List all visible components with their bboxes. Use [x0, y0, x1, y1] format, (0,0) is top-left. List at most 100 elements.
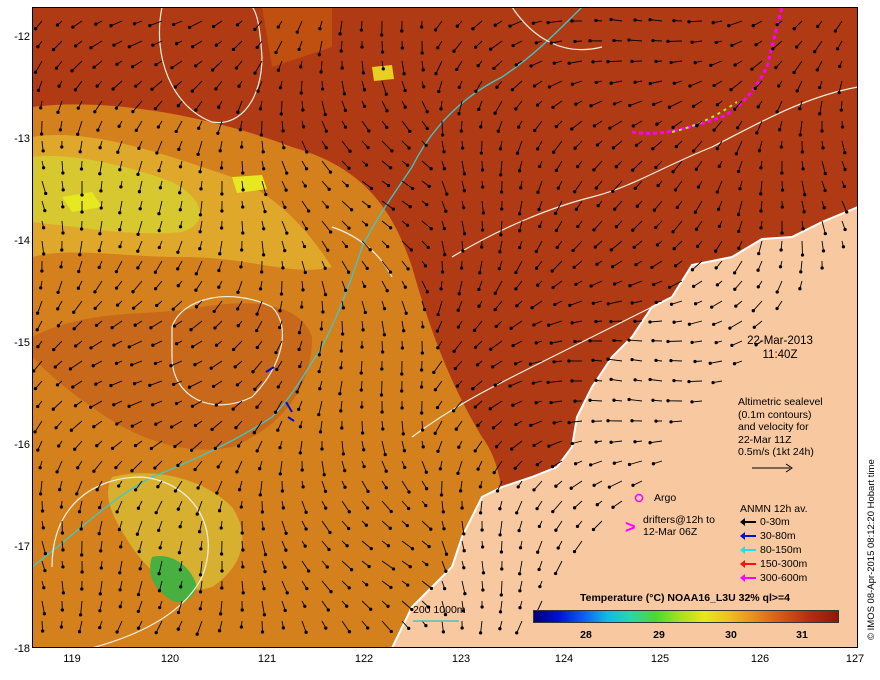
- velocity-arrow-head: [498, 533, 502, 537]
- velocity-arrow-head: [39, 286, 43, 290]
- velocity-arrow-head: [672, 378, 676, 383]
- velocity-arrow-head: [424, 143, 428, 148]
- velocity-arrow-head: [570, 379, 574, 383]
- velocity-arrow-head: [547, 85, 552, 89]
- velocity-arrow-head: [60, 145, 64, 149]
- velocity-arrow-head: [198, 573, 203, 577]
- velocity-arrow-head: [214, 403, 218, 407]
- velocity-arrow-head: [495, 85, 499, 89]
- velocity-arrow-head: [429, 527, 433, 531]
- velocity-arrow-head: [444, 569, 448, 573]
- y-tick-lat: -13: [14, 133, 30, 145]
- velocity-arrow-head: [148, 383, 152, 388]
- velocity-arrow-head: [631, 124, 635, 128]
- velocity-arrow-head: [41, 166, 46, 170]
- velocity-arrow-head: [775, 110, 779, 114]
- velocity-arrow-head: [480, 605, 484, 609]
- velocity-arrow-head: [189, 328, 193, 332]
- velocity-arrow-head: [187, 25, 192, 30]
- velocity-arrow-head: [38, 466, 42, 470]
- velocity-arrow-head: [118, 571, 122, 575]
- velocity-arrow-head: [119, 185, 123, 189]
- velocity-arrow: [610, 320, 623, 323]
- velocity-arrow-head: [258, 287, 263, 291]
- velocity-arrow-head: [549, 341, 553, 345]
- velocity-arrow-head: [360, 345, 364, 349]
- velocity-arrow-head: [55, 383, 60, 387]
- velocity-arrow-head: [95, 84, 99, 88]
- velocity-arrow-head: [40, 509, 45, 513]
- velocity-arrow-head: [837, 90, 841, 95]
- velocity-arrow-head: [196, 486, 200, 490]
- velocity-arrow-head: [386, 604, 390, 608]
- velocity-arrow-head: [756, 105, 760, 109]
- velocity-arrow-head: [89, 46, 93, 50]
- x-tick-lon: 127: [845, 653, 865, 665]
- velocity-arrow-head: [279, 292, 284, 296]
- velocity-arrow-head: [500, 207, 504, 211]
- velocity-arrow-head: [437, 89, 441, 94]
- velocity-arrow-head: [532, 443, 536, 448]
- velocity-arrow-head: [220, 192, 224, 196]
- velocity-arrow-head: [380, 33, 384, 37]
- velocity-arrow-head: [460, 626, 464, 630]
- velocity-arrow-head: [511, 403, 515, 407]
- velocity-arrow-head: [300, 305, 304, 309]
- velocity-arrow-head: [714, 340, 718, 345]
- velocity-arrow-head: [240, 531, 244, 535]
- velocity-arrow-head: [780, 205, 784, 209]
- velocity-arrow-head: [361, 71, 366, 75]
- velocity-arrow-head: [534, 266, 539, 270]
- velocity-arrow-head: [131, 290, 135, 294]
- velocity-arrow-head: [99, 549, 103, 553]
- velocity-arrow-head: [714, 40, 718, 45]
- velocity-arrow-head: [553, 211, 558, 216]
- velocity-arrow-head: [552, 360, 556, 364]
- velocity-arrow-head: [478, 485, 483, 489]
- velocity-arrow-head: [589, 284, 593, 288]
- velocity-arrow-head: [498, 147, 503, 151]
- velocity-arrow-head: [233, 365, 237, 369]
- velocity-arrow-head: [178, 525, 182, 529]
- velocity-arrow-head: [567, 420, 571, 425]
- velocity-arrow-head: [154, 422, 158, 426]
- velocity-arrow-head: [324, 146, 328, 150]
- velocity-arrow-head: [614, 225, 619, 229]
- velocity-arrow-head: [538, 164, 542, 169]
- velocity-arrow-head: [240, 145, 244, 149]
- velocity-arrow-head: [630, 301, 634, 305]
- velocity-arrow-head: [40, 269, 44, 273]
- velocity-arrow-head: [237, 84, 241, 88]
- x-tick-lon: 120: [160, 653, 180, 665]
- velocity-arrow-head: [445, 192, 449, 196]
- velocity-arrow-head: [627, 462, 632, 467]
- velocity-arrow-head: [688, 84, 692, 88]
- velocity-arrow-head: [634, 262, 638, 267]
- velocity-arrow-head: [178, 165, 183, 169]
- velocity-arrow-head: [197, 530, 202, 534]
- velocity-arrow-head: [240, 248, 244, 252]
- velocity-arrow-head: [338, 32, 342, 36]
- velocity-arrow-head: [591, 527, 596, 532]
- velocity-arrow-head: [360, 45, 364, 49]
- velocity-arrow-head: [459, 129, 463, 133]
- velocity-arrow-head: [281, 626, 286, 630]
- velocity-arrow-head: [481, 571, 486, 575]
- velocity-arrow-head: [43, 551, 48, 556]
- velocity-arrow-head: [301, 485, 305, 489]
- velocity-arrow-head: [611, 189, 615, 194]
- velocity-arrow-head: [363, 310, 367, 315]
- velocity-arrow-head: [382, 306, 387, 311]
- velocity-arrow-head: [651, 398, 655, 402]
- velocity-arrow-head: [798, 133, 802, 137]
- velocity-arrow-head: [109, 383, 113, 388]
- velocity-arrow-head: [402, 449, 407, 453]
- velocity-arrow-head: [567, 61, 571, 65]
- velocity-arrow-head: [41, 526, 45, 530]
- velocity-arrow-head: [422, 307, 427, 312]
- velocity-arrow-head: [276, 68, 281, 72]
- velocity-arrow-head: [340, 426, 344, 430]
- velocity-arrow-head: [97, 532, 101, 536]
- velocity-arrow-head: [452, 349, 456, 353]
- velocity-arrow-head: [71, 25, 75, 29]
